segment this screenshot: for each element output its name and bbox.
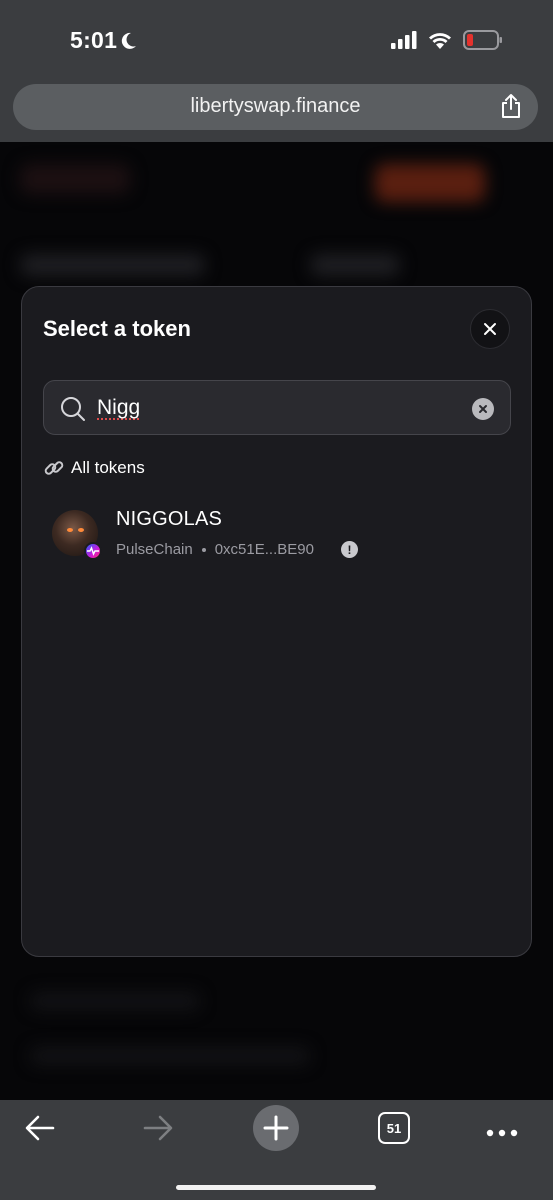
tabs-count: 51	[386, 1120, 402, 1136]
close-icon	[484, 323, 496, 335]
share-icon	[502, 94, 520, 118]
search-text: Nigg	[97, 396, 141, 419]
token-list-item[interactable]: NIGGOLAS PulseChain 0xc51E...BE90 !	[51, 507, 511, 569]
new-tab-button[interactable]	[253, 1105, 299, 1156]
select-token-modal: Select a token Nigg All tokens NIGGOLAS …	[21, 286, 532, 957]
close-button[interactable]	[470, 309, 510, 349]
blurred-row-2	[30, 1047, 310, 1065]
moon-icon	[122, 32, 137, 49]
tabs-button[interactable]: 51	[378, 1112, 410, 1144]
blurred-connect-button	[375, 164, 485, 202]
browser-address-area: libertyswap.finance	[0, 76, 553, 142]
arrow-right-icon	[143, 1115, 173, 1141]
wifi-icon	[429, 32, 451, 49]
token-meta: PulseChain 0xc51E...BE90 !	[116, 541, 358, 558]
address-bar[interactable]: libertyswap.finance	[13, 84, 538, 130]
search-icon	[61, 397, 85, 421]
forward-button[interactable]	[142, 1114, 174, 1147]
token-address: 0xc51E...BE90	[214, 541, 314, 558]
clear-icon	[479, 405, 487, 413]
all-tokens-header: All tokens	[43, 457, 145, 479]
status-time: 5:01	[70, 27, 137, 54]
modal-title: Select a token	[43, 316, 191, 341]
arrow-left-icon	[25, 1115, 55, 1141]
token-symbol: NIGGOLAS	[116, 508, 223, 530]
tabs-count-icon: 51	[378, 1112, 410, 1144]
blurred-row	[30, 992, 200, 1010]
battery-icon	[463, 30, 502, 50]
signal-icon	[391, 31, 417, 49]
pulsechain-badge-icon	[84, 542, 102, 560]
blurred-heading	[20, 254, 205, 276]
token-search-input[interactable]: Nigg	[43, 380, 511, 435]
more-dots-icon	[486, 1129, 518, 1137]
url-text[interactable]: libertyswap.finance	[13, 95, 538, 118]
back-button[interactable]	[24, 1114, 56, 1147]
share-button[interactable]	[500, 93, 522, 124]
search-value[interactable]: Nigg	[97, 396, 140, 420]
status-bar: 5:01	[0, 0, 553, 76]
blurred-tab	[310, 254, 400, 276]
all-tokens-label: All tokens	[71, 458, 145, 477]
clear-search-button[interactable]	[472, 398, 494, 420]
token-chain: PulseChain	[116, 541, 193, 558]
home-indicator	[176, 1185, 376, 1190]
separator-dot	[201, 547, 206, 552]
blurred-logo	[20, 164, 130, 194]
more-menu-button[interactable]	[486, 1124, 518, 1142]
plus-icon	[253, 1105, 299, 1151]
clock-text: 5:01	[70, 27, 118, 53]
link-icon	[44, 461, 64, 475]
warning-icon[interactable]: !	[340, 541, 358, 558]
